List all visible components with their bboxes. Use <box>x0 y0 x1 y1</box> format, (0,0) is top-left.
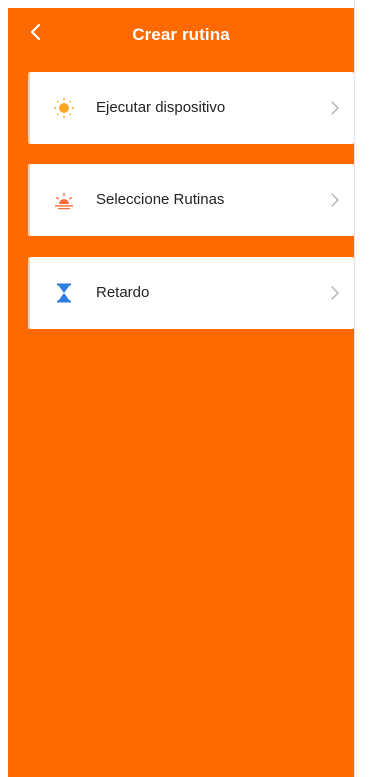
chevron-right-icon <box>328 99 342 117</box>
hourglass-icon <box>52 281 76 305</box>
option-label: Ejecutar dispositivo <box>96 99 226 116</box>
sun-icon <box>52 96 76 120</box>
screen: Crear rutina Ejecutar dispositivo Selecc… <box>8 8 354 777</box>
chevron-right-icon <box>328 284 342 302</box>
sunrise-icon <box>52 188 76 212</box>
option-label: Seleccione Rutinas <box>96 191 225 208</box>
chevron-right-icon <box>328 191 342 209</box>
page-title: Crear rutina <box>132 25 230 44</box>
option-label: Retardo <box>96 284 150 301</box>
option-ejecutar-dispositivo[interactable]: Ejecutar dispositivo <box>30 72 354 144</box>
option-seleccione-rutinas[interactable]: Seleccione Rutinas <box>30 164 354 236</box>
header-bar: Crear rutina <box>8 8 354 60</box>
frame-edge <box>354 0 355 777</box>
option-retardo[interactable]: Retardo <box>30 257 354 329</box>
